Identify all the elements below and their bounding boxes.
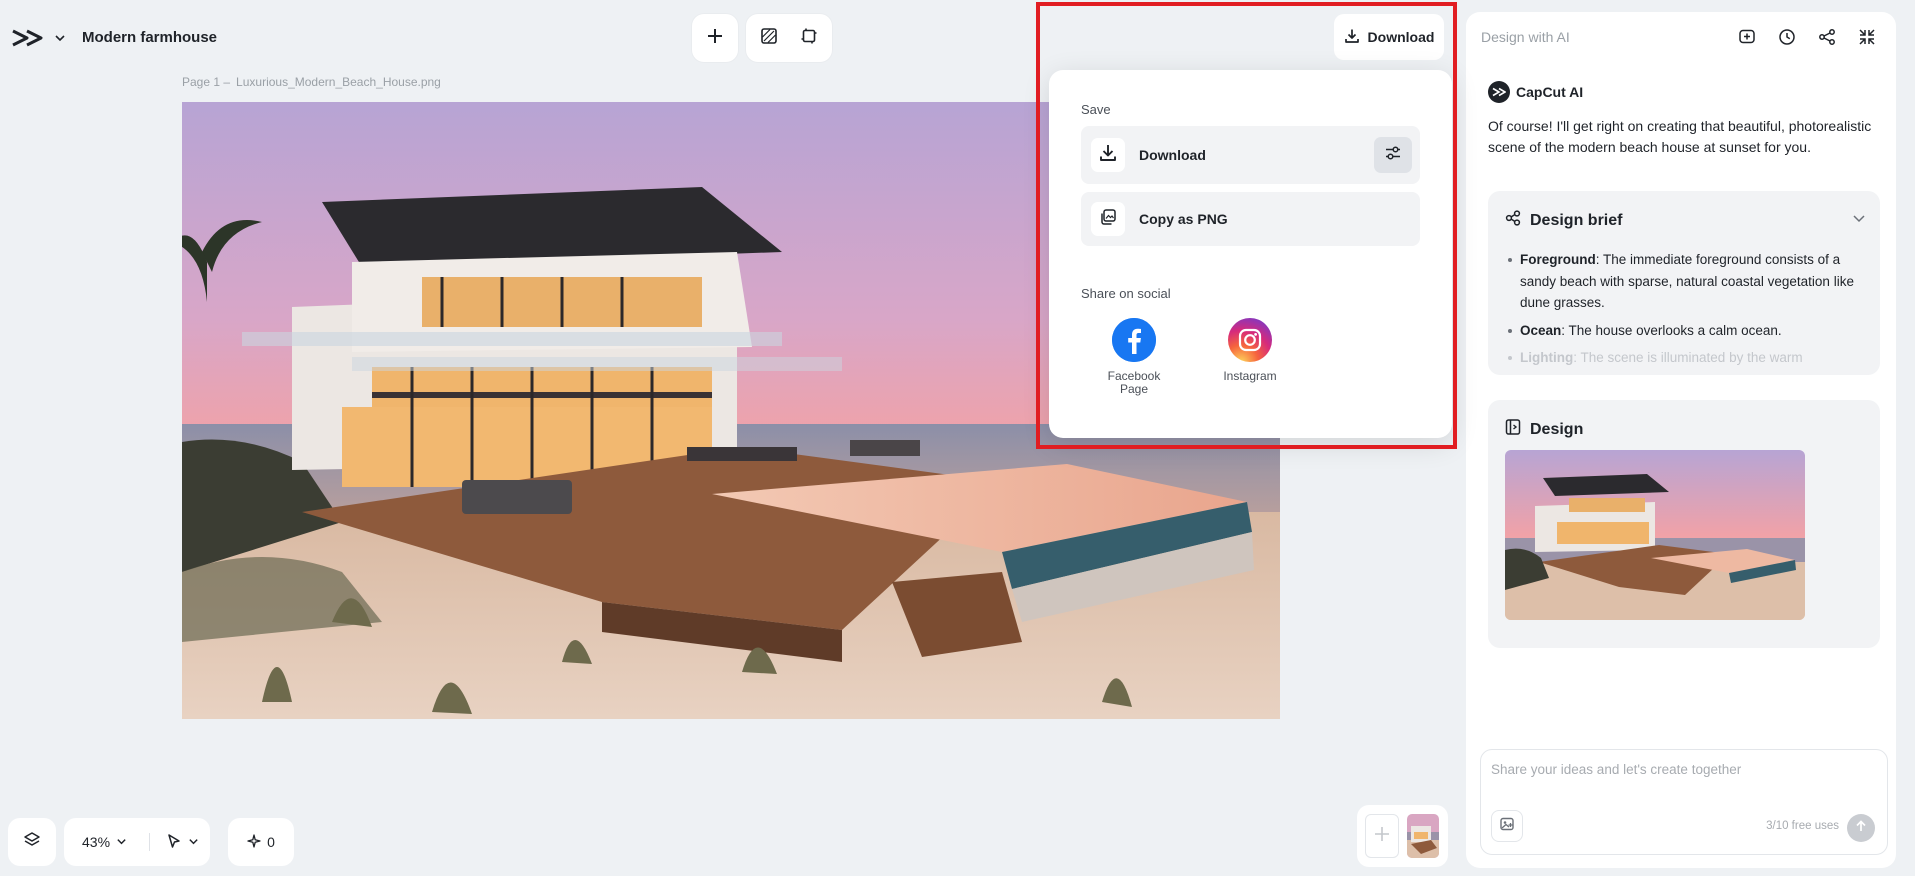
page-label: Page 1 – Luxurious_Modern_Beach_House.png [182, 75, 441, 89]
panel-title: Design with AI [1481, 29, 1570, 45]
page-thumbnail[interactable] [1407, 814, 1439, 858]
layers-button[interactable] [8, 818, 56, 866]
ai-name: CapCut AI [1516, 84, 1584, 100]
prompt-input[interactable] [1491, 762, 1876, 777]
save-section-label: Save [1081, 102, 1111, 117]
share-instagram-button[interactable]: Instagram [1210, 318, 1290, 383]
new-chat-icon [1738, 28, 1756, 51]
zoom-level[interactable]: 43% [82, 834, 110, 850]
share-section-label: Share on social [1081, 286, 1171, 301]
design-icon [1504, 418, 1522, 441]
pointer-tool-icon[interactable] [166, 833, 182, 852]
design-thumbnail[interactable] [1505, 450, 1805, 620]
list-item: Foreground: The immediate foreground con… [1504, 249, 1874, 314]
download-icon [1344, 28, 1360, 47]
design-result-card: Design [1488, 400, 1880, 648]
page-number: Page 1 – [182, 75, 231, 89]
sparkle-icon [247, 833, 261, 851]
download-icon [1098, 143, 1118, 168]
share-flow-button[interactable] [1814, 26, 1840, 52]
design-brief-list: Foreground: The immediate foreground con… [1504, 249, 1874, 375]
download-dropdown: Save Download Copy as PNG Share on socia… [1049, 70, 1452, 438]
copy-as-png-option[interactable]: Copy as PNG [1081, 192, 1420, 246]
arrow-up-icon [1854, 819, 1868, 838]
history-button[interactable] [1774, 26, 1800, 52]
panel-header-actions [1734, 26, 1880, 52]
share-facebook-button[interactable]: Facebook Page [1094, 318, 1174, 396]
sparks-counter[interactable]: 0 [228, 818, 294, 866]
branch-icon [1818, 28, 1836, 51]
ai-author: CapCut AI [1488, 81, 1583, 103]
facebook-label: Facebook Page [1107, 369, 1161, 396]
prompt-box: 3/10 free uses [1480, 749, 1888, 855]
adjust-button[interactable] [756, 25, 782, 51]
design-header: Design [1504, 418, 1583, 441]
chevron-down-icon[interactable] [116, 834, 127, 850]
crop-button[interactable] [796, 25, 822, 51]
zoom-control: 43% [64, 818, 210, 866]
ai-panel: Design with AI CapCut AI Of course! I'll… [1466, 12, 1896, 868]
edit-toolbar [746, 14, 832, 62]
download-top-label: Download [1367, 29, 1435, 45]
plus-icon [706, 27, 724, 50]
design-brief-card[interactable]: Design brief Foreground: The immediate f… [1488, 191, 1880, 375]
design-brief-header: Design brief [1504, 209, 1622, 232]
chevron-down-icon [54, 32, 66, 44]
plus-icon [1373, 825, 1391, 848]
adjust-icon [760, 27, 778, 50]
nodes-icon [1504, 209, 1522, 232]
add-element-toolbar [692, 14, 738, 62]
instagram-icon [1228, 318, 1272, 362]
project-title[interactable]: Modern farmhouse [82, 29, 217, 46]
copy-image-icon [1099, 208, 1117, 231]
download-settings-button[interactable] [1374, 137, 1412, 173]
download-option-label: Download [1139, 147, 1206, 163]
attach-image-button[interactable] [1491, 810, 1523, 842]
chevron-down-icon[interactable] [188, 834, 199, 850]
list-item: Ocean: The house overlooks a calm ocean. [1504, 320, 1874, 342]
spark-count: 0 [267, 834, 275, 850]
sliders-icon [1384, 144, 1402, 167]
send-button[interactable] [1847, 814, 1875, 842]
file-name: Luxurious_Modern_Beach_House.png [236, 75, 441, 89]
download-option[interactable]: Download [1081, 126, 1420, 184]
chevron-down-icon[interactable] [1852, 211, 1866, 230]
crop-icon [800, 27, 818, 50]
capcut-ai-avatar [1488, 81, 1510, 103]
copy-as-png-label: Copy as PNG [1139, 211, 1228, 227]
download-icon-box [1091, 138, 1125, 172]
ai-message: Of course! I'll get right on creating th… [1488, 118, 1872, 155]
download-top-button[interactable]: Download [1334, 14, 1444, 60]
design-title: Design [1530, 420, 1584, 438]
instagram-label: Instagram [1223, 369, 1277, 383]
add-page-button[interactable] [1365, 814, 1399, 858]
list-item: Lighting: The scene is illuminated by th… [1504, 347, 1874, 369]
layers-icon [23, 831, 41, 854]
capcut-logo-icon [10, 27, 44, 49]
divider [149, 833, 151, 851]
design-brief-title: Design brief [1530, 211, 1623, 229]
collapse-panel-button[interactable] [1854, 26, 1880, 52]
facebook-icon [1112, 318, 1156, 362]
add-button[interactable] [702, 25, 728, 51]
app-logo-menu[interactable] [10, 22, 66, 54]
pages-strip [1357, 805, 1448, 867]
clock-icon [1778, 28, 1796, 51]
image-upload-icon [1499, 816, 1515, 837]
new-chat-button[interactable] [1734, 26, 1760, 52]
copy-icon-box [1091, 202, 1125, 236]
free-uses-counter: 3/10 free uses [1766, 820, 1839, 832]
collapse-icon [1858, 28, 1876, 51]
